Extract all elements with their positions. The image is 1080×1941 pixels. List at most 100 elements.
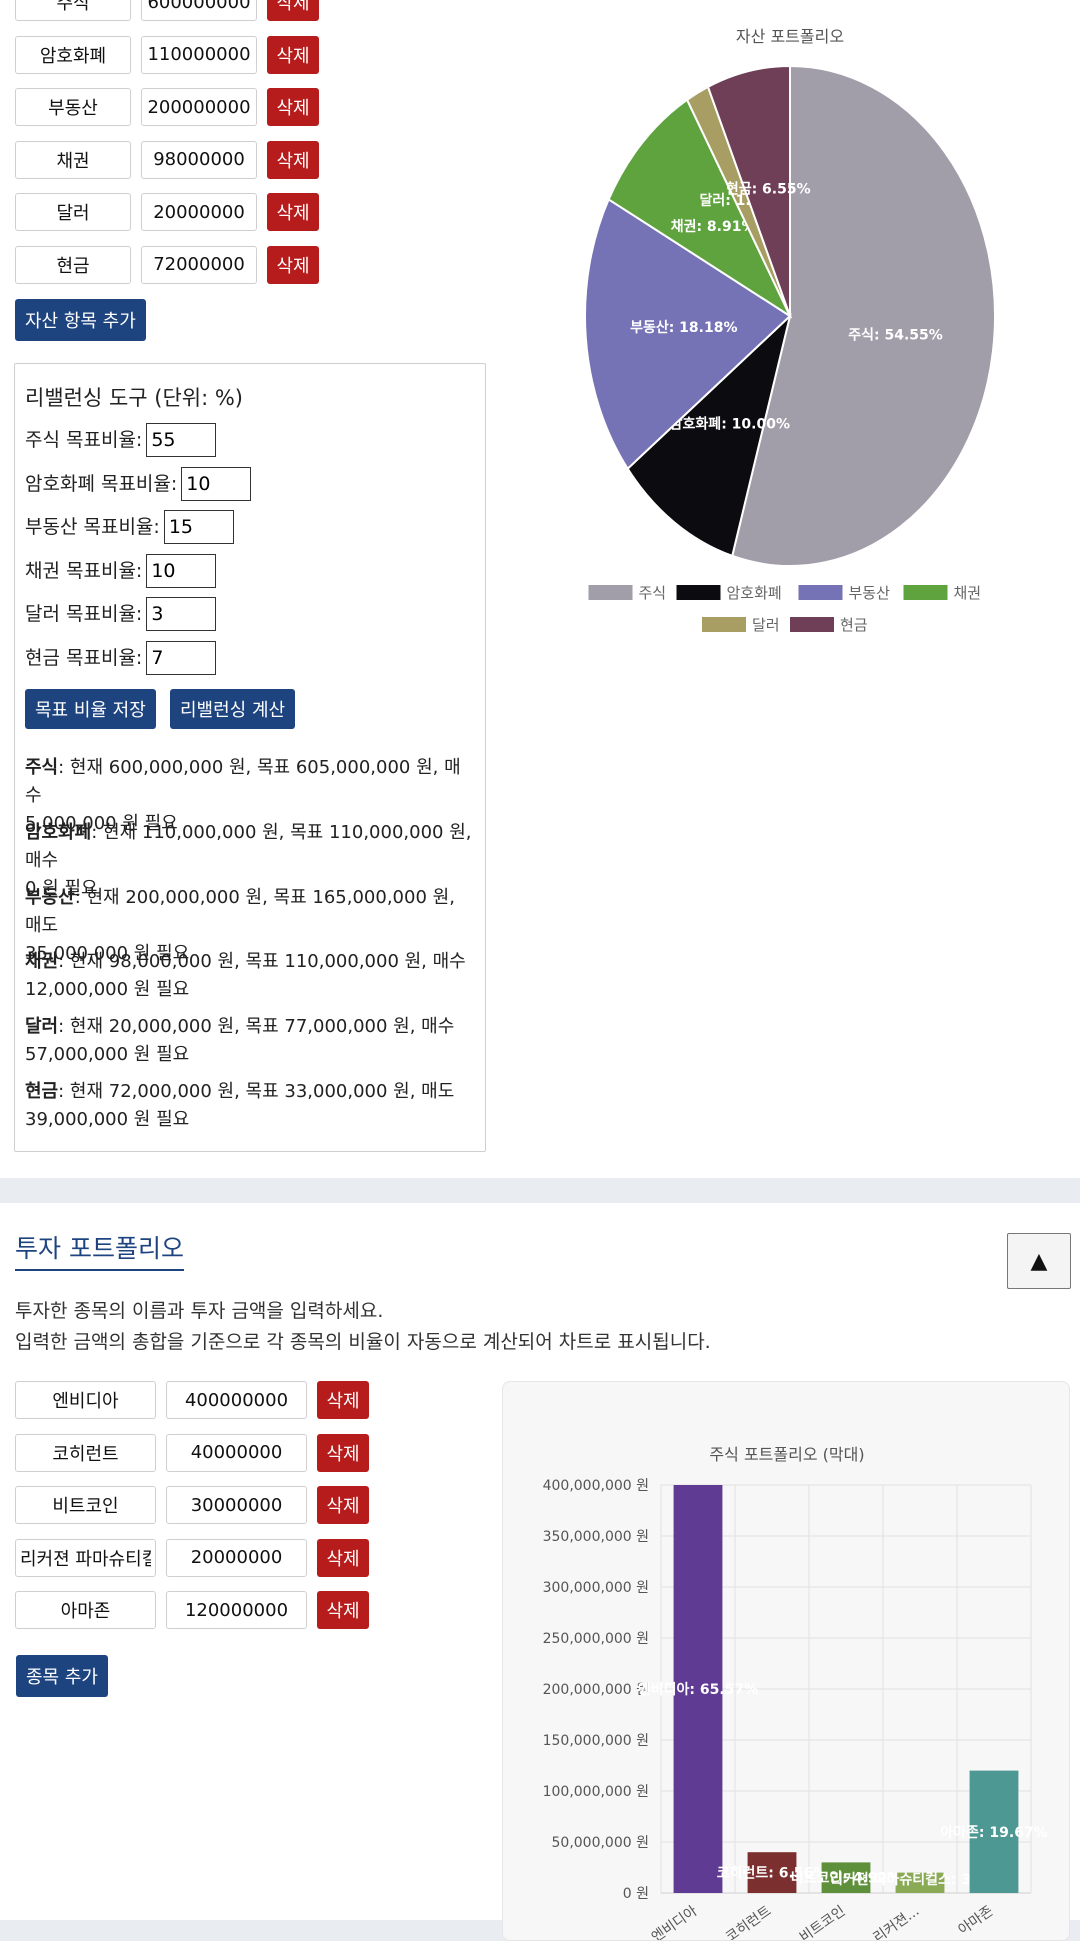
add-stock-button[interactable]: 종목 추가 — [16, 1655, 108, 1697]
target-ratio-row: 채권 목표비율: — [25, 553, 217, 589]
entry-value-input[interactable] — [141, 88, 257, 126]
delete-button[interactable]: 삭제 — [267, 193, 319, 231]
result-amount: 39,000,000 원 필요 — [25, 1109, 190, 1130]
delete-button[interactable]: 삭제 — [317, 1433, 369, 1472]
entry-name-input[interactable] — [15, 1433, 156, 1472]
result-detail: : 현재 110,000,000 원, 목표 110,000,000 원, 매수 — [25, 821, 472, 871]
bar-value-label: 아마존: 19.67% — [940, 1824, 1047, 1841]
bar-y-tick: 50,000,000 원 — [552, 1835, 650, 1851]
target-ratio-label: 부동산 목표비율: — [25, 516, 160, 538]
target-ratio-label: 주식 목표비율: — [25, 429, 143, 451]
delete-button[interactable]: 삭제 — [317, 1538, 369, 1577]
result-asset-name: 달러 — [25, 1016, 59, 1038]
rebalance-result: 채권: 현재 98,000,000 원, 목표 110,000,000 원, 매… — [25, 948, 475, 1004]
target-ratio-row: 주식 목표비율: — [25, 422, 217, 458]
delete-button[interactable]: 삭제 — [317, 1486, 369, 1524]
result-asset-name: 현금 — [25, 1081, 59, 1102]
bar-x-tick: 리커젼... — [871, 1903, 923, 1941]
entry-name-input[interactable] — [15, 245, 131, 284]
entry-name-input[interactable] — [15, 0, 131, 21]
entry-name-input[interactable] — [15, 1486, 156, 1524]
target-ratio-label: 현금 목표비율: — [25, 646, 143, 669]
result-detail: : 현재 200,000,000 원, 목표 165,000,000 원, 매도 — [25, 886, 455, 936]
target-ratio-row: 현금 목표비율: — [25, 640, 217, 676]
bar-y-tick: 0 원 — [623, 1886, 649, 1902]
pie-legend-label: 달러 — [752, 616, 780, 634]
rebalance-result: 달러: 현재 20,000,000 원, 목표 77,000,000 원, 매수… — [25, 1013, 475, 1069]
target-ratio-input[interactable] — [163, 510, 234, 544]
delete-button[interactable]: 삭제 — [267, 88, 319, 126]
bar-x-tick: 비트코인 — [797, 1903, 848, 1941]
stock-bar-chart: 주식 포트폴리오 (막대) 0 원 50,000,000 원 100,000,000 … — [543, 1445, 1048, 1941]
bar-chart-card: 주식 포트폴리오 (막대) 0 원 50,000,000 원 100,000,000 … — [502, 1381, 1070, 1941]
pie-legend-label: 부동산 — [849, 584, 891, 602]
target-ratio-input[interactable] — [146, 597, 217, 631]
result-asset-name: 주식 — [25, 757, 59, 778]
delete-button[interactable]: 삭제 — [267, 140, 319, 179]
target-ratio-input[interactable] — [146, 553, 217, 588]
pie-legend-swatch — [702, 617, 746, 632]
add-asset-button[interactable]: 자산 항목 추가 — [15, 299, 146, 341]
result-detail: : 현재 72,000,000 원, 목표 33,000,000 원, 매도 — [58, 1081, 455, 1102]
rebalance-result: 현금: 현재 72,000,000 원, 목표 33,000,000 원, 매도… — [25, 1078, 475, 1134]
bar-y-tick: 100,000,000 원 — [543, 1784, 649, 1800]
target-ratio-input[interactable] — [146, 640, 217, 675]
bar-y-tick: 400,000,000 원 — [543, 1478, 649, 1494]
entry-value-input[interactable] — [141, 140, 257, 179]
target-ratio-label: 달러 목표비율: — [25, 603, 143, 625]
entry-value-input[interactable] — [166, 1591, 307, 1629]
rebalance-title: 리밸런싱 도구 (단위: %) — [25, 386, 244, 410]
bar-y-tick: 150,000,000 원 — [543, 1733, 649, 1749]
pie-legend-label: 암호화폐 — [727, 584, 782, 602]
delete-button[interactable]: 삭제 — [267, 245, 319, 284]
entry-name-input[interactable] — [15, 193, 131, 231]
pie-title: 자산 포트폴리오 — [736, 27, 844, 46]
delete-button[interactable]: 삭제 — [267, 0, 319, 21]
target-ratio-row: 달러 목표비율: — [25, 596, 217, 632]
entry-value-input[interactable] — [141, 193, 257, 231]
entry-value-input[interactable] — [141, 35, 257, 74]
result-detail: : 현재 600,000,000 원, 목표 605,000,000 원, 매수 — [25, 757, 461, 806]
save-target-button[interactable]: 목표 비율 저장 — [25, 689, 156, 729]
entry-name-input[interactable] — [15, 1591, 156, 1629]
entry-name-input[interactable] — [15, 1538, 156, 1577]
result-amount: 12,000,000 원 필요 — [25, 979, 190, 1001]
delete-button[interactable]: 삭제 — [317, 1591, 369, 1629]
entry-name-input[interactable] — [15, 1381, 156, 1419]
collapse-button[interactable]: ▲ — [1007, 1233, 1071, 1289]
invest-description-1: 투자한 종목의 이름과 투자 금액을 입력하세요. — [15, 1300, 384, 1322]
pie-legend-swatch — [588, 585, 633, 600]
invest-section-title: 투자 포트폴리오 — [15, 1229, 184, 1271]
pie-slice-label: 채권: 8.91% — [671, 219, 756, 235]
entry-value-input[interactable] — [166, 1433, 307, 1472]
bar-y-tick: 300,000,000 원 — [543, 1580, 649, 1596]
result-detail: : 현재 20,000,000 원, 목표 77,000,000 원, 매수 — [58, 1016, 455, 1038]
bar-title: 주식 포트폴리오 (막대) — [709, 1445, 864, 1464]
bar-x-tick: 코히런트 — [723, 1903, 774, 1941]
bar-y-tick: 200,000,000 원 — [543, 1682, 649, 1698]
bar-x-tick: 아마존 — [955, 1903, 996, 1938]
calc-rebalance-button[interactable]: 리밸런싱 계산 — [170, 689, 296, 729]
pie-legend-label: 채권 — [954, 584, 982, 602]
entry-value-input[interactable] — [166, 1381, 307, 1419]
target-ratio-label: 암호화폐 목표비율: — [25, 472, 178, 495]
delete-button[interactable]: 삭제 — [317, 1381, 369, 1419]
entry-name-input[interactable] — [15, 88, 131, 126]
entry-value-input[interactable] — [141, 0, 257, 21]
bar-x-tick: 엔비디아 — [649, 1903, 700, 1941]
result-amount: 57,000,000 원 필요 — [25, 1044, 190, 1066]
delete-button[interactable]: 삭제 — [267, 35, 319, 74]
result-asset-name: 암호화폐 — [25, 821, 92, 843]
entry-name-input[interactable] — [15, 140, 131, 179]
bar-y-tick: 350,000,000 원 — [543, 1529, 649, 1545]
entry-value-input[interactable] — [166, 1538, 307, 1577]
entry-value-input[interactable] — [166, 1486, 307, 1524]
entry-value-input[interactable] — [141, 245, 257, 284]
pie-slice-label: 암호화폐: 10.00% — [670, 415, 790, 432]
invest-panel: 투자 포트폴리오 ▲ 투자한 종목의 이름과 투자 금액을 입력하세요. 입력한… — [0, 1203, 1080, 1941]
target-ratio-row: 부동산 목표비율: — [25, 509, 234, 545]
result-asset-name: 채권 — [25, 951, 59, 973]
target-ratio-input[interactable] — [146, 423, 217, 457]
target-ratio-input[interactable] — [181, 466, 252, 501]
entry-name-input[interactable] — [15, 35, 131, 74]
